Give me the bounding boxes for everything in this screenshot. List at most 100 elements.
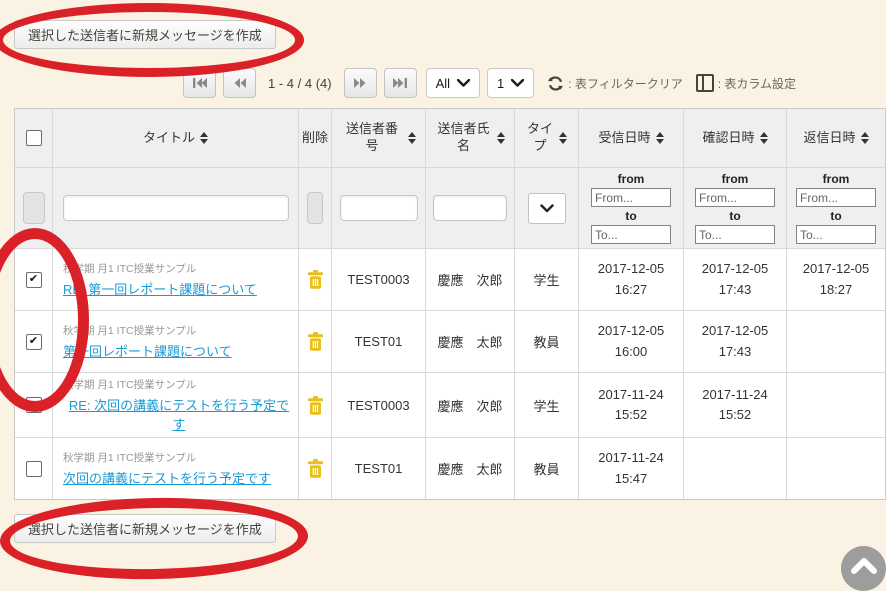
row-confirmed-datetime: 2017-11-24 15:52 bbox=[702, 385, 768, 425]
next-page-icon bbox=[353, 77, 367, 89]
scroll-to-top-button[interactable] bbox=[841, 546, 886, 591]
received-date-filter: from to bbox=[591, 172, 671, 244]
page-size-value: All bbox=[436, 76, 450, 91]
row-sender-name: 慶應 太郎 bbox=[426, 311, 515, 372]
replied-from-input[interactable] bbox=[796, 188, 876, 207]
sender-number-filter-input[interactable] bbox=[340, 195, 418, 221]
chevron-up-icon bbox=[851, 556, 877, 574]
row-sender-number: TEST01 bbox=[332, 438, 426, 499]
sort-sender-number-icon[interactable] bbox=[408, 132, 416, 144]
table-row: 秋学期 月1 ITC授業サンプル RE: 第一回レポート課題について TEST0… bbox=[15, 248, 885, 310]
table-body: 秋学期 月1 ITC授業サンプル RE: 第一回レポート課題について TEST0… bbox=[15, 248, 885, 499]
row-received-datetime: 2017-12-05 16:00 bbox=[598, 321, 665, 361]
sort-title-icon[interactable] bbox=[200, 132, 208, 144]
pagination-range-text: 1 - 4 / 4 (4) bbox=[268, 76, 332, 91]
row-checkbox[interactable] bbox=[26, 461, 42, 477]
row-sender-number: TEST0003 bbox=[332, 249, 426, 310]
row-category: 秋学期 月1 ITC授業サンプル bbox=[63, 323, 196, 338]
table-row: 秋学期 月1 ITC授業サンプル RE: 次回の講義にテストを行う予定です TE… bbox=[15, 372, 885, 437]
checkbox-filter-placeholder bbox=[23, 192, 45, 224]
row-replied-datetime: 2017-12-05 18:27 bbox=[803, 259, 870, 299]
table-header-row: タイトル 削除 送信者番号 送信者氏名 タイプ 受信日時 確認日時 返信日時 bbox=[15, 109, 885, 167]
first-page-button[interactable] bbox=[183, 68, 216, 98]
trash-icon[interactable] bbox=[307, 270, 324, 289]
row-checkbox[interactable] bbox=[26, 272, 42, 288]
header-sender-name: 送信者氏名 bbox=[426, 109, 515, 167]
table-row: 秋学期 月1 ITC授業サンプル 次回の講義にテストを行う予定です TEST01… bbox=[15, 437, 885, 499]
select-all-checkbox[interactable] bbox=[26, 130, 42, 146]
row-category: 秋学期 月1 ITC授業サンプル bbox=[63, 450, 196, 465]
confirmed-to-input[interactable] bbox=[695, 225, 775, 244]
create-message-button-bottom[interactable]: 選択した送信者に新規メッセージを作成 bbox=[14, 514, 276, 543]
create-message-button-top[interactable]: 選択した送信者に新規メッセージを作成 bbox=[14, 20, 276, 49]
header-replied: 返信日時 bbox=[787, 109, 885, 167]
filter-clear-label: : 表フィルタークリア bbox=[568, 75, 682, 92]
confirmed-from-input[interactable] bbox=[695, 188, 775, 207]
chevron-down-icon bbox=[540, 204, 554, 213]
trash-icon[interactable] bbox=[307, 332, 324, 351]
refresh-icon[interactable] bbox=[547, 75, 564, 92]
delete-filter-placeholder bbox=[307, 192, 323, 224]
row-received-datetime: 2017-11-24 15:47 bbox=[598, 448, 664, 488]
row-confirmed-datetime: 2017-12-05 17:43 bbox=[702, 259, 769, 299]
trash-icon[interactable] bbox=[307, 459, 324, 478]
header-title: タイトル bbox=[53, 109, 299, 167]
row-sender-number: TEST01 bbox=[332, 311, 426, 372]
row-title-link[interactable]: 次回の講義にテストを行う予定です bbox=[63, 468, 271, 487]
table-row: 秋学期 月1 ITC授業サンプル 第一回レポート課題について TEST01 慶應… bbox=[15, 310, 885, 372]
prev-page-button[interactable] bbox=[223, 68, 256, 98]
replied-to-input[interactable] bbox=[796, 225, 876, 244]
sort-sender-name-icon[interactable] bbox=[497, 132, 505, 144]
header-delete: 削除 bbox=[299, 109, 332, 167]
received-from-input[interactable] bbox=[591, 188, 671, 207]
last-page-icon bbox=[392, 77, 408, 89]
confirmed-date-filter: from to bbox=[695, 172, 775, 244]
next-page-button[interactable] bbox=[344, 68, 377, 98]
row-title-link[interactable]: 第一回レポート課題について bbox=[63, 341, 232, 360]
sort-confirmed-icon[interactable] bbox=[760, 132, 768, 144]
type-filter-select[interactable] bbox=[528, 193, 566, 224]
row-confirmed-datetime: 2017-12-05 17:43 bbox=[702, 321, 769, 361]
sender-name-filter-input[interactable] bbox=[433, 195, 507, 221]
prev-page-icon bbox=[233, 77, 247, 89]
row-sender-name: 慶應 次郎 bbox=[426, 249, 515, 310]
row-type: 教員 bbox=[515, 438, 579, 499]
column-settings-label: : 表カラム設定 bbox=[718, 75, 796, 92]
row-checkbox[interactable] bbox=[26, 334, 42, 350]
row-received-datetime: 2017-12-05 16:27 bbox=[598, 259, 665, 299]
chevron-down-icon bbox=[457, 79, 470, 87]
chevron-down-icon bbox=[511, 79, 524, 87]
column-settings-icon[interactable] bbox=[696, 74, 714, 92]
trash-icon[interactable] bbox=[307, 396, 324, 415]
row-sender-name: 慶應 次郎 bbox=[426, 373, 515, 437]
replied-date-filter: from to bbox=[796, 172, 876, 244]
row-sender-name: 慶應 太郎 bbox=[426, 438, 515, 499]
header-received: 受信日時 bbox=[579, 109, 684, 167]
row-checkbox[interactable] bbox=[26, 397, 42, 413]
header-confirmed: 確認日時 bbox=[684, 109, 787, 167]
title-filter-input[interactable] bbox=[63, 195, 289, 221]
row-title-link[interactable]: RE: 第一回レポート課題について bbox=[63, 279, 257, 298]
page-size-select[interactable]: All bbox=[426, 68, 480, 98]
sort-replied-icon[interactable] bbox=[861, 132, 869, 144]
row-title-link[interactable]: RE: 次回の講義にテストを行う予定です bbox=[63, 395, 295, 433]
table-filter-row: from to from to from to bbox=[15, 167, 885, 248]
message-table: タイトル 削除 送信者番号 送信者氏名 タイプ 受信日時 確認日時 返信日時 bbox=[14, 108, 886, 500]
header-type: タイプ bbox=[515, 109, 579, 167]
page-number-value: 1 bbox=[497, 76, 504, 91]
row-type: 学生 bbox=[515, 249, 579, 310]
sort-received-icon[interactable] bbox=[656, 132, 664, 144]
received-to-input[interactable] bbox=[591, 225, 671, 244]
row-category: 秋学期 月1 ITC授業サンプル bbox=[63, 377, 196, 392]
row-category: 秋学期 月1 ITC授業サンプル bbox=[63, 261, 196, 276]
row-received-datetime: 2017-11-24 15:52 bbox=[598, 385, 664, 425]
column-settings-control: : 表カラム設定 bbox=[696, 74, 796, 92]
sort-type-icon[interactable] bbox=[559, 132, 567, 144]
first-page-icon bbox=[192, 77, 208, 89]
header-sender-number: 送信者番号 bbox=[332, 109, 426, 167]
filter-clear-control: : 表フィルタークリア bbox=[547, 75, 682, 92]
row-type: 教員 bbox=[515, 311, 579, 372]
row-sender-number: TEST0003 bbox=[332, 373, 426, 437]
last-page-button[interactable] bbox=[384, 68, 417, 98]
page-number-select[interactable]: 1 bbox=[487, 68, 534, 98]
